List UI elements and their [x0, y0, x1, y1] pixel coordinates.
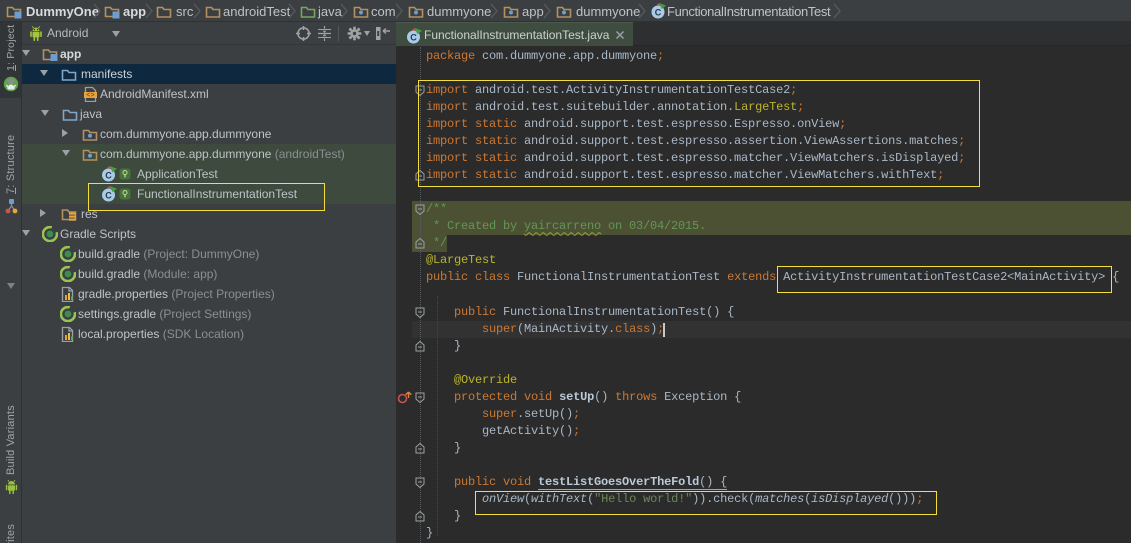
svg-text:C: C — [410, 33, 417, 43]
svg-text:<>: <> — [86, 92, 94, 100]
svg-text:C: C — [655, 8, 662, 18]
svg-text:C: C — [105, 171, 112, 181]
